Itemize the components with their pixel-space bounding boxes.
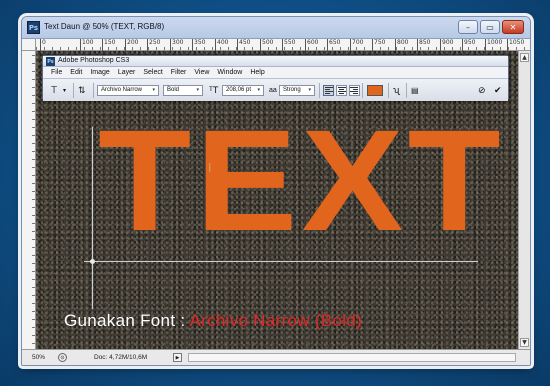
ruler-tick: 600 <box>305 39 318 51</box>
ruler-tick: 300 <box>170 39 183 51</box>
text-color-swatch[interactable] <box>367 84 383 96</box>
dropdown-arrow-icon: ▾ <box>257 87 260 93</box>
ruler-tick: 450 <box>237 39 250 51</box>
antialias-select[interactable]: Strong ▾ <box>279 84 315 96</box>
caption-font-name: Archivo Narrow (Bold) <box>189 311 363 330</box>
zoom-level[interactable]: 50% <box>32 354 45 361</box>
font-family-value: Archivo Narrow <box>101 87 143 93</box>
ruler-tick: 750 <box>372 39 385 51</box>
antialias-value: Strong <box>283 87 301 93</box>
dropdown-arrow-icon: ▾ <box>196 87 199 93</box>
horizontal-scrollbar[interactable] <box>188 353 516 362</box>
minimize-button[interactable]: – <box>458 20 478 34</box>
menu-file[interactable]: File <box>47 67 66 78</box>
scroll-up-icon[interactable]: ▲ <box>520 53 529 62</box>
menu-layer[interactable]: Layer <box>114 67 140 78</box>
ruler-tick: 0 <box>40 39 46 51</box>
menu-bar: File Edit Image Layer Select Filter View… <box>43 67 508 78</box>
horizontal-ruler[interactable]: 0 100 150 200 250 300 350 400 450 500 55… <box>36 39 530 51</box>
vertical-guide[interactable] <box>92 127 93 309</box>
ruler-tick: 800 <box>395 39 408 51</box>
ruler-tick: 900 <box>440 39 453 51</box>
font-style-value: Bold <box>167 87 180 93</box>
vertical-scrollbar[interactable]: ▲ ▼ <box>518 51 530 349</box>
text-tool-icon[interactable]: T <box>51 84 57 96</box>
vertical-ruler[interactable] <box>22 39 36 349</box>
menu-help[interactable]: Help <box>246 67 268 78</box>
ruler-tick: 1050 <box>507 39 524 51</box>
menu-filter[interactable]: Filter <box>167 67 191 78</box>
menu-window[interactable]: Window <box>213 67 246 78</box>
ruler-tick: 700 <box>350 39 363 51</box>
font-size-field[interactable]: 208,06 pt ▾ <box>222 84 264 96</box>
font-size-value: 208,06 pt <box>226 87 252 93</box>
ruler-tick: 650 <box>327 39 340 51</box>
document-titlebar[interactable]: Ps Text Daun @ 50% (TEXT, RGB/8) – ▭ ✕ <box>22 17 530 39</box>
cancel-icon[interactable]: ⊘ <box>478 84 486 96</box>
menu-select[interactable]: Select <box>139 67 166 78</box>
commit-icon[interactable]: ✔ <box>494 84 502 96</box>
font-caption: Gunakan Font : Archivo Narrow (Bold) <box>64 311 362 331</box>
document-title: Text Daun @ 50% (TEXT, RGB/8) <box>44 22 165 31</box>
orientation-icon[interactable]: ⇅ <box>78 84 86 96</box>
ruler-corner[interactable] <box>22 39 36 51</box>
dropdown-arrow-icon: ▾ <box>308 87 311 93</box>
horizontal-guide[interactable] <box>84 261 478 262</box>
ruler-tick: 1000 <box>485 39 502 51</box>
menu-edit[interactable]: Edit <box>66 67 86 78</box>
ruler-tick: 100 <box>80 39 93 51</box>
font-style-select[interactable]: Bold ▾ <box>163 84 203 96</box>
ruler-tick: 350 <box>192 39 205 51</box>
font-family-select[interactable]: Archivo Narrow ▾ <box>97 84 159 96</box>
align-center-icon[interactable] <box>336 84 347 96</box>
ruler-tick: 150 <box>102 39 115 51</box>
ruler-tick: 500 <box>260 39 273 51</box>
zoom-icon[interactable]: ⊙ <box>58 353 67 362</box>
maximize-button[interactable]: ▭ <box>480 20 500 34</box>
ruler-tick: 550 <box>282 39 295 51</box>
text-layer[interactable]: TEXT <box>98 109 505 253</box>
ruler-tick: 250 <box>147 39 160 51</box>
antialias-icon: aa <box>269 86 277 94</box>
app-titlebar[interactable]: Ps Adobe Photoshop CS3 <box>43 56 508 67</box>
ruler-tick: 400 <box>215 39 228 51</box>
character-panel-icon[interactable]: ▤ <box>411 84 419 96</box>
ruler-tick: 200 <box>125 39 138 51</box>
ruler-tick: 950 <box>462 39 475 51</box>
photoshop-icon: Ps <box>46 57 55 66</box>
status-menu-arrow-icon[interactable]: ▶ <box>173 353 182 362</box>
photoshop-app-window: Ps Adobe Photoshop CS3 File Edit Image L… <box>42 55 509 101</box>
photoshop-icon: Ps <box>27 21 40 34</box>
warp-text-icon[interactable]: ʯ <box>393 84 399 96</box>
ruler-tick: 850 <box>417 39 430 51</box>
dropdown-arrow-icon: ▾ <box>152 87 155 93</box>
align-right-icon[interactable] <box>349 84 360 96</box>
menu-view[interactable]: View <box>190 67 213 78</box>
text-cursor-icon: I <box>208 161 212 175</box>
close-button[interactable]: ✕ <box>502 20 524 34</box>
scroll-down-icon[interactable]: ▼ <box>520 338 529 347</box>
app-title: Adobe Photoshop CS3 <box>58 57 130 64</box>
options-bar: T ▾ ⇅ Archivo Narrow ▾ Bold ▾ ᵀT 208,06 pt… <box>43 78 508 101</box>
align-left-icon[interactable] <box>323 84 334 96</box>
tool-preset-dropdown-icon[interactable]: ▾ <box>63 84 66 96</box>
caption-prefix: Gunakan Font : <box>64 311 186 330</box>
status-bar: 50% ⊙ Doc: 4,72M/10,6M ▶ <box>22 349 530 365</box>
guide-anchor <box>90 259 95 264</box>
doc-size: Doc: 4,72M/10,6M <box>94 354 148 361</box>
font-size-icon: ᵀT <box>209 85 219 95</box>
menu-image[interactable]: Image <box>86 67 113 78</box>
